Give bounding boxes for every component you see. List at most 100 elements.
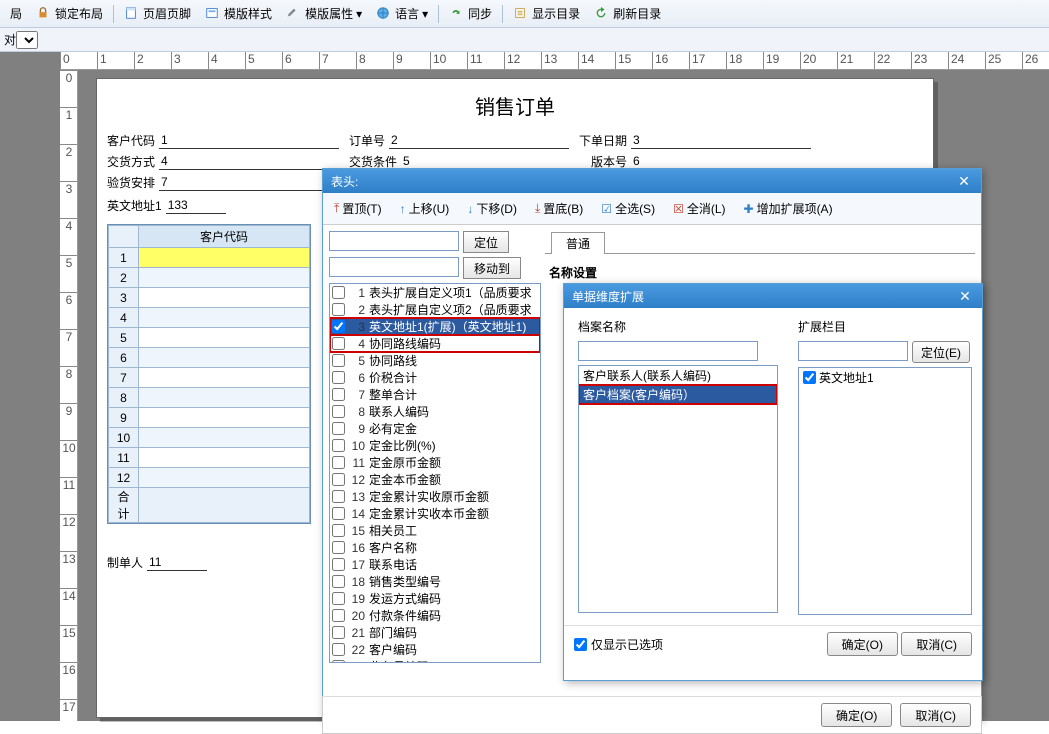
item-checkbox[interactable] <box>332 337 345 350</box>
dimension-dialog-titlebar[interactable]: 单据维度扩展 ✕ <box>564 284 982 308</box>
list-item[interactable]: 14定金累计实收本币金额 <box>330 505 540 522</box>
tb-refresh-toc[interactable]: 刷新目录 <box>588 3 667 24</box>
archive-listbox[interactable]: 客户联系人(联系人编码)客户档案(客户编码） <box>578 365 778 613</box>
locate-ext-button[interactable]: 定位(E) <box>912 341 970 363</box>
table-row[interactable]: 3 <box>109 288 310 308</box>
cell[interactable] <box>139 308 310 328</box>
item-checkbox[interactable] <box>332 609 345 622</box>
outer-ok-button[interactable]: 确定(O) <box>821 703 892 727</box>
select-all-button[interactable]: ☑全选(S) <box>594 197 662 220</box>
list-item[interactable]: 4协同路线编码 <box>330 335 540 352</box>
list-item[interactable]: 18销售类型编号 <box>330 573 540 590</box>
item-checkbox[interactable] <box>332 558 345 571</box>
list-item[interactable]: 客户档案(客户编码） <box>579 385 777 404</box>
list-item[interactable]: 英文地址1 <box>799 368 971 387</box>
list-item[interactable]: 6价税合计 <box>330 369 540 386</box>
item-checkbox[interactable] <box>332 439 345 452</box>
list-item[interactable]: 1表头扩展自定义项1（品质要求 <box>330 284 540 301</box>
list-item[interactable]: 22客户编码 <box>330 641 540 658</box>
cell[interactable] <box>139 248 310 268</box>
align-select[interactable] <box>16 31 38 49</box>
move-up-button[interactable]: ↑上移(U) <box>393 197 457 220</box>
table-row[interactable]: 6 <box>109 348 310 368</box>
tab-general[interactable]: 普通 <box>551 232 605 254</box>
list-item[interactable]: 21部门编码 <box>330 624 540 641</box>
tb-sync[interactable]: 同步 <box>443 3 498 24</box>
header-dialog-titlebar[interactable]: 表头: ✕ <box>323 169 981 193</box>
move-top-button[interactable]: ⤒置顶(T) <box>327 197 389 220</box>
moveto-button[interactable]: 移动到 <box>463 257 521 279</box>
table-row[interactable]: 9 <box>109 408 310 428</box>
locate-button[interactable]: 定位 <box>463 231 509 253</box>
item-checkbox[interactable] <box>332 303 345 316</box>
tb-show-toc[interactable]: 显示目录 <box>507 3 586 24</box>
list-item[interactable]: 12定金本币金额 <box>330 471 540 488</box>
item-checkbox[interactable] <box>332 456 345 469</box>
table-row[interactable]: 2 <box>109 268 310 288</box>
list-item[interactable]: 7整单合计 <box>330 386 540 403</box>
item-checkbox[interactable] <box>332 660 345 663</box>
extension-listbox[interactable]: 英文地址1 <box>798 367 972 615</box>
list-item[interactable]: 19发运方式编码 <box>330 590 540 607</box>
order-no-value[interactable]: 2 <box>389 133 569 149</box>
item-checkbox[interactable] <box>332 354 345 367</box>
maker-value[interactable]: 11 <box>147 555 207 571</box>
list-item[interactable]: 23业务员编码 <box>330 658 540 663</box>
ok-button[interactable]: 确定(O) <box>827 632 898 656</box>
table-row[interactable]: 10 <box>109 428 310 448</box>
item-checkbox[interactable] <box>332 286 345 299</box>
cell[interactable] <box>139 348 310 368</box>
item-checkbox[interactable] <box>332 422 345 435</box>
cell[interactable] <box>139 268 310 288</box>
grid-col-custcode[interactable]: 客户代码 <box>139 226 310 248</box>
list-item[interactable]: 2表头扩展自定义项2（品质要求 <box>330 301 540 318</box>
tb-template-attr[interactable]: 模版属性 ▾ <box>280 3 368 24</box>
item-checkbox[interactable] <box>332 541 345 554</box>
ext-search-input[interactable] <box>798 341 908 361</box>
item-checkbox[interactable] <box>332 490 345 503</box>
list-item[interactable]: 10定金比例(%) <box>330 437 540 454</box>
item-checkbox[interactable] <box>332 575 345 588</box>
tb-template-style[interactable]: 模版样式 <box>199 3 278 24</box>
cust-code-value[interactable]: 1 <box>159 133 339 149</box>
table-row[interactable]: 5 <box>109 328 310 348</box>
tb-lock-layout[interactable]: 锁定布局 <box>30 3 109 24</box>
detail-grid[interactable]: 客户代码 123456789101112合计 <box>107 224 311 524</box>
item-checkbox[interactable] <box>332 524 345 537</box>
item-checkbox[interactable] <box>332 592 345 605</box>
cell[interactable] <box>139 328 310 348</box>
close-button[interactable]: ✕ <box>955 173 973 190</box>
table-row[interactable]: 4 <box>109 308 310 328</box>
item-checkbox[interactable] <box>803 371 816 384</box>
tb-header-footer[interactable]: 页眉页脚 <box>118 3 197 24</box>
list-item[interactable]: 8联系人编码 <box>330 403 540 420</box>
cancel-button[interactable]: 取消(C) <box>901 632 972 656</box>
add-extension-button[interactable]: ✚增加扩展项(A) <box>737 197 840 220</box>
list-item[interactable]: 17联系电话 <box>330 556 540 573</box>
table-row[interactable]: 1 <box>109 248 310 268</box>
table-row[interactable]: 11 <box>109 448 310 468</box>
cell[interactable] <box>139 388 310 408</box>
order-date-value[interactable]: 3 <box>631 133 811 149</box>
list-item[interactable]: 15相关员工 <box>330 522 540 539</box>
close-button[interactable]: ✕ <box>956 288 974 305</box>
cell[interactable] <box>139 368 310 388</box>
item-checkbox[interactable] <box>332 643 345 656</box>
table-row[interactable]: 7 <box>109 368 310 388</box>
item-checkbox[interactable] <box>332 507 345 520</box>
table-row[interactable]: 8 <box>109 388 310 408</box>
list-item[interactable]: 客户联系人(联系人编码) <box>579 366 777 385</box>
cell[interactable] <box>139 408 310 428</box>
cell[interactable] <box>139 468 310 488</box>
list-item[interactable]: 3英文地址1(扩展)（英文地址1) <box>330 318 540 335</box>
only-selected-checkbox[interactable]: 仅显示已选项 <box>574 636 663 653</box>
item-checkbox[interactable] <box>332 371 345 384</box>
tb-layout-fragment[interactable]: 局 <box>4 3 28 24</box>
item-checkbox[interactable] <box>332 388 345 401</box>
move-down-button[interactable]: ↓下移(D) <box>460 197 524 220</box>
item-checkbox[interactable] <box>332 405 345 418</box>
tb-language[interactable]: 语言 ▾ <box>370 3 434 24</box>
list-item[interactable]: 20付款条件编码 <box>330 607 540 624</box>
list-item[interactable]: 9必有定金 <box>330 420 540 437</box>
moveto-input[interactable] <box>329 257 459 277</box>
